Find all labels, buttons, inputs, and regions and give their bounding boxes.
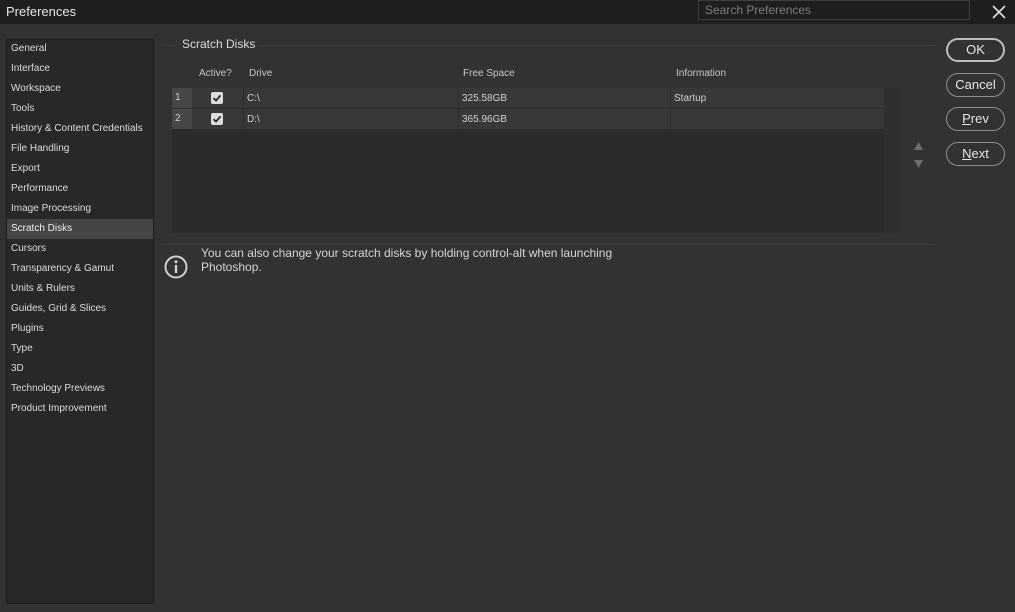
sidebar-item-transparency-gamut[interactable]: Transparency & Gamut: [7, 259, 153, 279]
prev-mnemonic: P: [962, 111, 971, 126]
triangle-down-icon: [914, 160, 923, 168]
title-bar: Preferences: [0, 0, 1015, 24]
sidebar-list: General Interface Workspace Tools Histor…: [7, 39, 153, 419]
sidebar-item-general[interactable]: General: [7, 39, 153, 59]
cancel-button[interactable]: Cancel: [946, 73, 1005, 97]
column-header-active: Active?: [199, 68, 232, 79]
sidebar-item-plugins[interactable]: Plugins: [7, 319, 153, 339]
prev-label: rev: [970, 111, 989, 126]
sidebar-item-cursors[interactable]: Cursors: [7, 239, 153, 259]
free-space-cell: 325.58GB: [458, 88, 670, 108]
sidebar-item-product-improvement[interactable]: Product Improvement: [7, 399, 153, 419]
row-number: 2: [172, 109, 192, 129]
active-checkbox[interactable]: [211, 92, 223, 104]
free-space-cell: 365.96GB: [458, 109, 670, 129]
sidebar-item-tools[interactable]: Tools: [7, 99, 153, 119]
close-button[interactable]: [989, 2, 1009, 22]
row-number: 1: [172, 88, 192, 108]
checkmark-icon: [212, 115, 222, 123]
sidebar-item-workspace[interactable]: Workspace: [7, 79, 153, 99]
drive-cell: D:\: [243, 109, 458, 129]
information-cell: Startup: [670, 88, 884, 108]
information-cell: [670, 109, 884, 129]
info-text: You can also change your scratch disks b…: [201, 246, 613, 274]
sidebar-item-type[interactable]: Type: [7, 339, 153, 359]
column-header-free-space: Free Space: [463, 68, 515, 79]
table-row[interactable]: 2 D:\ 365.96GB: [172, 109, 884, 130]
sidebar-item-export[interactable]: Export: [7, 159, 153, 179]
sidebar-item-scratch-disks[interactable]: Scratch Disks: [7, 219, 153, 239]
sidebar-item-units-rulers[interactable]: Units & Rulers: [7, 279, 153, 299]
next-button[interactable]: Next: [946, 142, 1005, 166]
move-down-button[interactable]: [913, 156, 924, 168]
close-icon: [992, 5, 1006, 19]
sidebar-item-history-content-credentials[interactable]: History & Content Credentials: [7, 119, 153, 139]
sidebar: General Interface Workspace Tools Histor…: [6, 39, 154, 604]
sidebar-item-image-processing[interactable]: Image Processing: [7, 199, 153, 219]
table-row[interactable]: 1 C:\ 325.58GB Startup: [172, 88, 884, 109]
ok-button[interactable]: OK: [946, 38, 1005, 62]
next-label: ext: [971, 146, 989, 161]
sidebar-item-performance[interactable]: Performance: [7, 179, 153, 199]
sidebar-item-technology-previews[interactable]: Technology Previews: [7, 379, 153, 399]
next-mnemonic: N: [962, 146, 972, 161]
checkmark-icon: [212, 94, 222, 102]
sidebar-item-file-handling[interactable]: File Handling: [7, 139, 153, 159]
preferences-window: Preferences General Interface Workspace …: [0, 0, 1015, 612]
active-checkbox[interactable]: [211, 113, 223, 125]
column-header-information: Information: [676, 68, 727, 79]
window-title: Preferences: [6, 4, 77, 19]
sidebar-item-3d[interactable]: 3D: [7, 359, 153, 379]
search-input[interactable]: [698, 0, 970, 20]
table-scrollbar[interactable]: [884, 88, 901, 233]
drive-cell: C:\: [243, 88, 458, 108]
move-up-button[interactable]: [913, 138, 924, 150]
sidebar-item-interface[interactable]: Interface: [7, 59, 153, 79]
info-icon: [164, 255, 188, 279]
sidebar-item-guides-grid-slices[interactable]: Guides, Grid & Slices: [7, 299, 153, 319]
column-header-drive: Drive: [249, 68, 273, 79]
triangle-up-icon: [914, 142, 923, 150]
section-title: Scratch Disks: [176, 37, 262, 51]
prev-button[interactable]: Prev: [946, 107, 1005, 131]
scratch-disks-table: 1 C:\ 325.58GB Startup 2 D:\ 365.96GB: [172, 88, 901, 233]
